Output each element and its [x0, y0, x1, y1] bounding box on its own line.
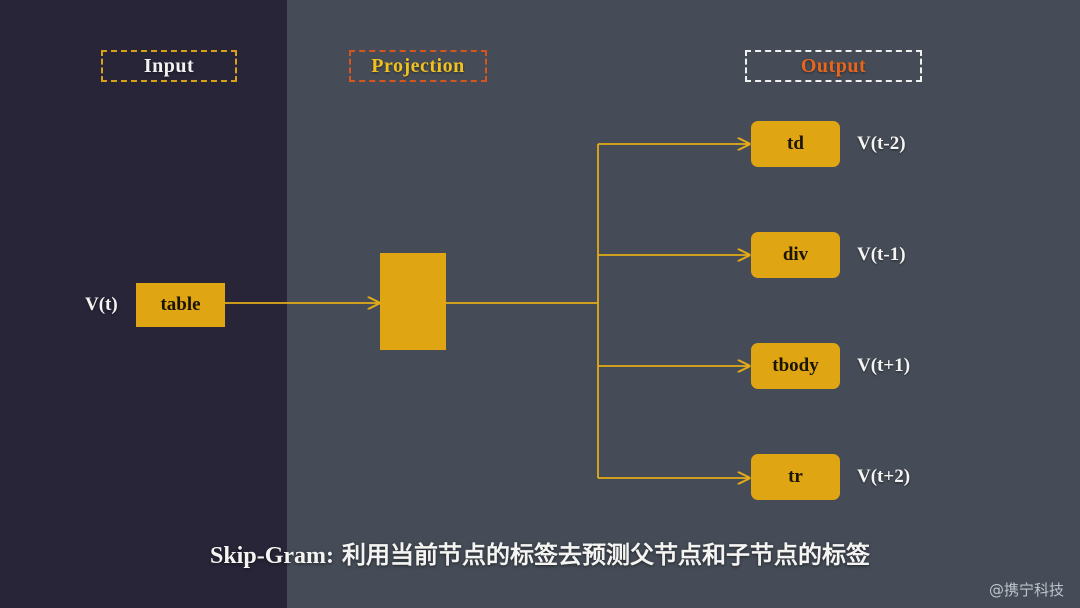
output-node-label: div — [782, 244, 809, 265]
input-node-table[interactable]: table — [136, 283, 225, 327]
output-vector-label-3: V(t+2) — [857, 466, 911, 487]
input-vector-label: V(t) — [85, 294, 118, 315]
watermark: @携宁科技 — [988, 581, 1064, 599]
section-header-projection: Projection — [349, 50, 487, 82]
diagram-caption: Skip-Gram: 利用当前节点的标签去预测父节点和子节点的标签 — [0, 535, 1080, 570]
skip-gram-diagram: Input Projection Output V(t) table td V(… — [0, 0, 1080, 608]
section-header-output: Output — [745, 50, 922, 82]
output-node-tr[interactable]: tr — [751, 454, 840, 500]
output-node-td[interactable]: td — [751, 121, 840, 167]
caption-term: Skip-Gram: — [209, 543, 334, 569]
section-header-output-label: Output — [800, 54, 867, 77]
output-vector-label-2: V(t+1) — [857, 355, 911, 376]
input-node-label: table — [160, 294, 201, 315]
caption-body: 利用当前节点的标签去预测父节点和子节点的标签 — [342, 541, 870, 569]
output-vector-label-1: V(t-1) — [857, 244, 906, 265]
section-header-input-label: Input — [143, 54, 195, 77]
section-header-projection-label: Projection — [371, 54, 465, 77]
output-vector-label-0: V(t-2) — [857, 133, 906, 154]
output-node-tbody[interactable]: tbody — [751, 343, 840, 389]
output-node-label: td — [787, 133, 804, 154]
section-header-input: Input — [101, 50, 237, 82]
output-node-div[interactable]: div — [751, 232, 840, 278]
projection-node[interactable] — [380, 253, 446, 350]
output-node-label: tr — [788, 466, 803, 487]
output-node-label: tbody — [772, 355, 819, 376]
